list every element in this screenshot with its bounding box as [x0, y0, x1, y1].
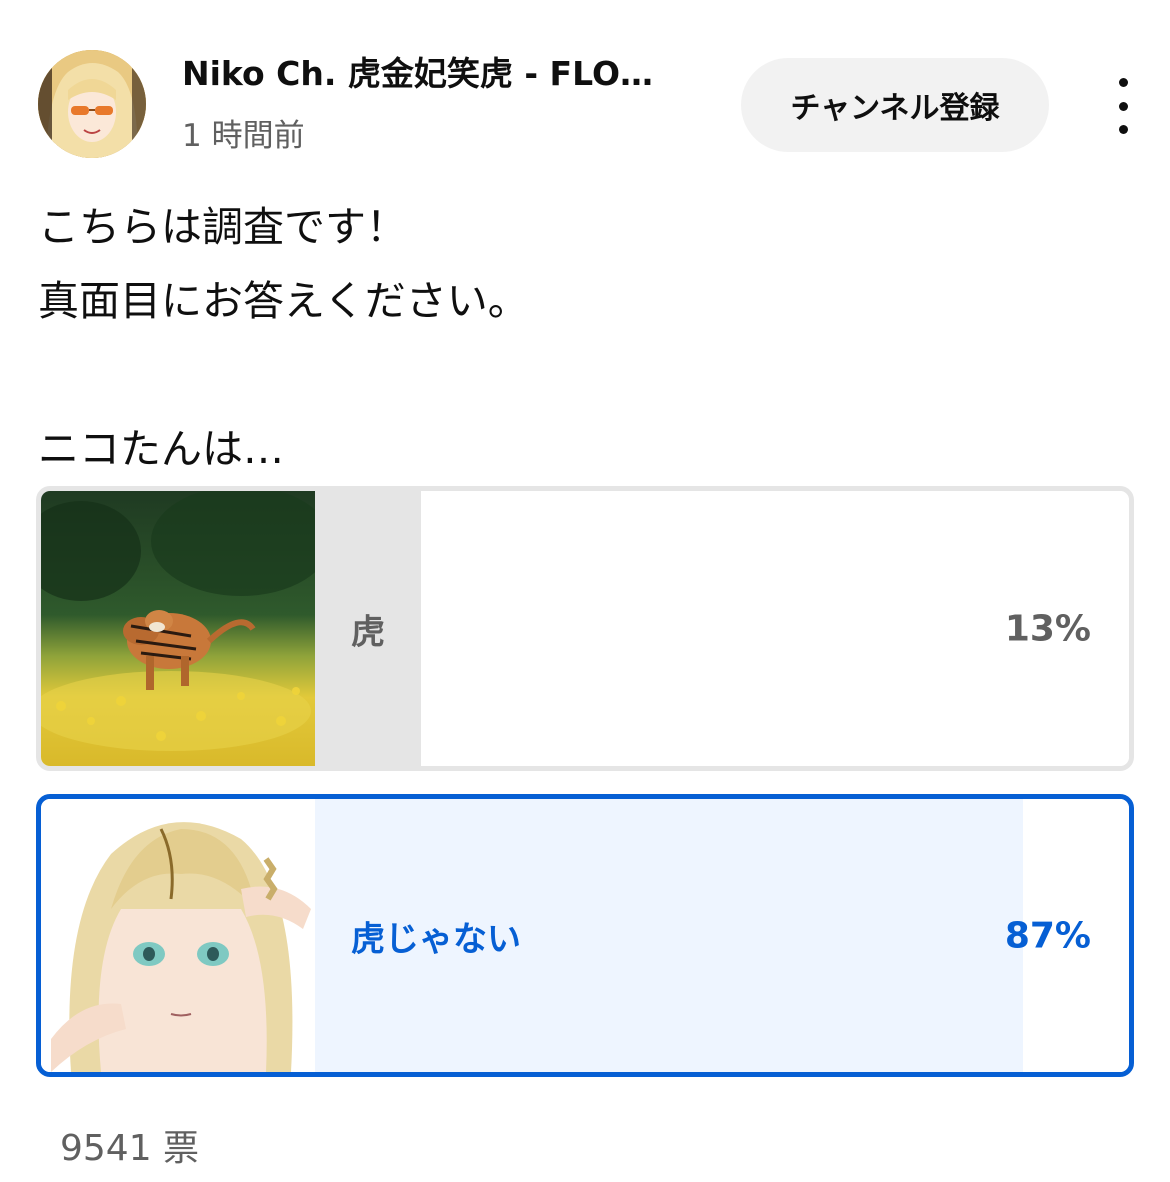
poll-option-label: 虎 — [351, 612, 385, 652]
poll-option-image-girl — [41, 799, 315, 1072]
post-timestamp: 1 時間前 — [182, 118, 305, 154]
post-text-line: こちらは調査です！ — [38, 203, 407, 251]
poll-vote-count: 9541 票 — [60, 1128, 200, 1169]
poll-result-area: 虎じゃない 87% — [315, 799, 1129, 1072]
poll-result-area: 虎 13% — [315, 491, 1129, 766]
poll-option-percent: 13% — [1004, 608, 1091, 649]
subscribe-button[interactable]: チャンネル登録 — [741, 58, 1049, 152]
avatar-image — [38, 50, 146, 158]
poll-option-tiger[interactable]: 虎 13% — [36, 486, 1134, 771]
menu-dot — [1118, 125, 1128, 134]
poll-option-percent: 87% — [1004, 915, 1091, 956]
post-text-line: ニコたんは… — [38, 425, 284, 473]
menu-dot — [1118, 78, 1128, 87]
menu-dot — [1118, 101, 1128, 111]
post-text: こちらは調査です！ 真面目にお答えください。 ニコたんは… — [38, 190, 1128, 486]
poll-option-label: 虎じゃない — [351, 919, 521, 959]
post-text-blank-line — [38, 338, 1128, 412]
poll-option-not-tiger[interactable]: 虎じゃない 87% — [36, 794, 1134, 1077]
channel-name[interactable]: Niko Ch. 虎金妃笑虎 - FLO… — [182, 52, 722, 96]
poll-option-image-tiger — [41, 491, 315, 766]
post-text-line: 真面目にお答えください。 — [38, 277, 529, 325]
channel-avatar[interactable] — [38, 50, 146, 158]
more-vert-icon[interactable] — [1098, 78, 1148, 134]
